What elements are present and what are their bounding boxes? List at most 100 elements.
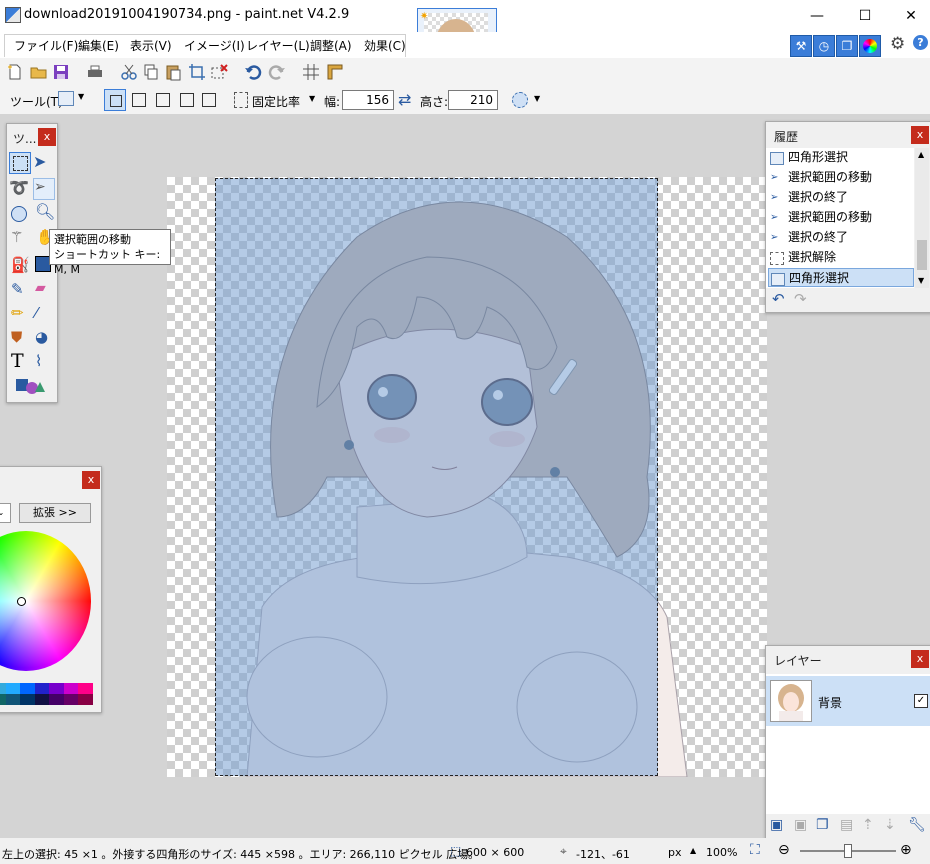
zoom-in-icon[interactable]: ⊕ <box>900 842 912 858</box>
expand-colors-button[interactable]: 拡張 >> <box>19 503 91 523</box>
crop-to-selection-icon[interactable] <box>188 63 206 81</box>
move-selection-tool-icon[interactable]: ➢ <box>33 178 55 200</box>
clone-stamp-tool-icon[interactable]: ⛊ <box>11 328 33 350</box>
paint-bucket-tool-icon[interactable]: ⛽ <box>11 256 33 278</box>
deselect-icon[interactable] <box>210 63 228 81</box>
menu-image[interactable]: イメージ(I) <box>184 37 245 54</box>
colors-panel: x ⌄ 拡張 >> <box>0 466 102 713</box>
menu-file[interactable]: ファイル(F) <box>14 37 78 54</box>
layer-properties-wrench-icon[interactable]: 🔧︎ <box>908 817 926 833</box>
text-tool-icon[interactable]: T <box>11 350 33 372</box>
zoom-slider[interactable] <box>800 844 896 858</box>
redo-icon[interactable] <box>268 63 286 81</box>
delete-layer-icon[interactable]: ▣ <box>794 817 807 833</box>
tool-dropdown-arrow-icon[interactable]: ▼ <box>78 92 84 101</box>
eraser-tool-icon[interactable]: ▰ <box>35 280 57 302</box>
layer-visibility-checkbox[interactable]: ✓ <box>914 694 928 708</box>
height-input[interactable]: 210 <box>448 90 498 110</box>
help-icon[interactable]: ? <box>913 35 928 50</box>
antialias-dropdown-arrow-icon[interactable]: ▼ <box>534 94 540 103</box>
move-layer-up-icon[interactable]: ⇡ <box>862 817 874 833</box>
color-wheel-cursor[interactable] <box>17 597 26 606</box>
paste-icon[interactable] <box>164 63 182 81</box>
minimize-button[interactable]: — <box>794 0 840 32</box>
selection-mode-replace-button[interactable] <box>104 89 126 111</box>
copy-icon[interactable] <box>142 63 160 81</box>
paintbrush-tool-icon[interactable]: ✎ <box>11 280 33 302</box>
grid-icon[interactable] <box>302 63 320 81</box>
palette-swatches[interactable] <box>0 683 94 705</box>
line-curve-tool-icon[interactable]: ⌇ <box>35 352 57 374</box>
history-item[interactable]: ➢ 選択範囲の移動 <box>768 168 914 187</box>
open-folder-icon[interactable] <box>30 63 48 81</box>
cut-icon[interactable] <box>120 63 138 81</box>
zoom-out-icon[interactable]: ⊖ <box>778 842 790 858</box>
menu-adjustments[interactable]: 調整(A) <box>310 37 352 54</box>
history-scrollbar[interactable]: ▲ ▼ <box>915 148 929 288</box>
antialias-circle-icon[interactable] <box>512 92 528 108</box>
shapes-tool-icon[interactable] <box>15 376 45 398</box>
undo-icon[interactable] <box>244 63 262 81</box>
zoom-level[interactable]: 100% <box>706 846 737 859</box>
ellipse-select-tool-icon[interactable] <box>11 206 27 222</box>
history-item[interactable]: 選択解除 <box>768 248 914 267</box>
fixed-ratio-label[interactable]: 固定比率 <box>252 93 300 110</box>
history-item[interactable]: ➢ 選択の終了 <box>768 228 914 247</box>
history-window-toggle-icon[interactable]: ◷ <box>813 35 835 57</box>
rectangle-select-tool-icon[interactable] <box>9 152 31 174</box>
selection-mode-exclude-icon[interactable] <box>156 93 170 107</box>
colors-panel-close-button[interactable]: x <box>82 471 100 489</box>
history-item[interactable]: ➢ 選択の終了 <box>768 188 914 207</box>
move-layer-down-icon[interactable]: ⇣ <box>884 817 896 833</box>
color-mode-dropdown[interactable]: ⌄ <box>0 503 11 523</box>
maximize-button[interactable]: ☐ <box>842 0 888 32</box>
layers-panel-close-button[interactable]: x <box>911 650 929 668</box>
tools-panel-close-button[interactable]: x <box>38 128 56 146</box>
history-item[interactable]: ➢ 選択範囲の移動 <box>768 208 914 227</box>
color-picker-tool-icon[interactable]: ⁄ <box>35 304 57 326</box>
history-undo-icon[interactable]: ↶ <box>772 290 785 308</box>
ruler-icon[interactable] <box>326 63 344 81</box>
recolor-tool-icon[interactable]: ◕ <box>35 328 57 350</box>
settings-gear-icon[interactable]: ⚙ <box>890 34 905 54</box>
selection-mode-invert-icon[interactable] <box>202 93 216 107</box>
layers-window-toggle-icon[interactable]: ❐ <box>836 35 858 57</box>
tools-window-toggle-icon[interactable]: ⚒ <box>790 35 812 57</box>
colors-window-toggle-icon[interactable] <box>859 35 881 57</box>
menu-edit[interactable]: 編集(E) <box>78 37 119 54</box>
merge-layer-down-icon[interactable]: ▤ <box>840 817 853 833</box>
swap-dimensions-icon[interactable]: ⇄ <box>398 90 411 109</box>
duplicate-layer-icon[interactable]: ❐ <box>816 817 829 833</box>
rectangle-select-icon <box>770 152 784 165</box>
menu-view[interactable]: 表示(V) <box>130 37 172 54</box>
selection-mode-union-icon[interactable] <box>132 93 146 107</box>
move-selected-tool-icon[interactable]: ➤ <box>33 152 55 174</box>
units-selector[interactable]: px <box>668 846 682 859</box>
menu-effects[interactable]: 効果(C) <box>364 37 406 54</box>
cursor-position-icon: ⌖ <box>560 844 567 858</box>
rectangle-selection[interactable] <box>215 178 658 776</box>
current-tool-rect-select-icon[interactable] <box>58 91 74 106</box>
print-icon[interactable] <box>86 63 104 81</box>
layer-row[interactable]: 背景 ✓ <box>766 676 930 726</box>
history-redo-icon[interactable]: ↷ <box>794 290 807 308</box>
pencil-tool-icon[interactable]: ✏ <box>11 304 33 326</box>
magic-wand-tool-icon[interactable]: ⚚ <box>10 228 32 250</box>
units-dropdown-arrow-icon[interactable]: ▲ <box>690 846 696 855</box>
add-layer-icon[interactable]: ▣ <box>770 817 783 833</box>
deselect-icon <box>770 252 784 265</box>
zoom-to-window-icon[interactable]: ⛶ <box>750 842 760 858</box>
history-item-selected[interactable]: 四角形選択 <box>768 268 914 287</box>
save-icon[interactable] <box>52 63 70 81</box>
history-panel-close-button[interactable]: x <box>911 126 929 144</box>
width-input[interactable]: 156 <box>342 90 394 110</box>
history-item[interactable]: 四角形選択 <box>768 148 914 167</box>
zoom-tool-icon[interactable]: 🔍︎ <box>35 202 57 224</box>
lasso-select-tool-icon[interactable]: ➰ <box>9 178 31 200</box>
menu-layers[interactable]: レイヤー(L) <box>246 37 310 54</box>
selection-mode-dropdown-arrow-icon[interactable]: ▼ <box>309 94 315 103</box>
color-wheel[interactable] <box>0 531 91 671</box>
new-file-icon[interactable] <box>6 63 24 81</box>
selection-mode-intersect-icon[interactable] <box>180 93 194 107</box>
close-button[interactable]: ✕ <box>888 0 930 32</box>
